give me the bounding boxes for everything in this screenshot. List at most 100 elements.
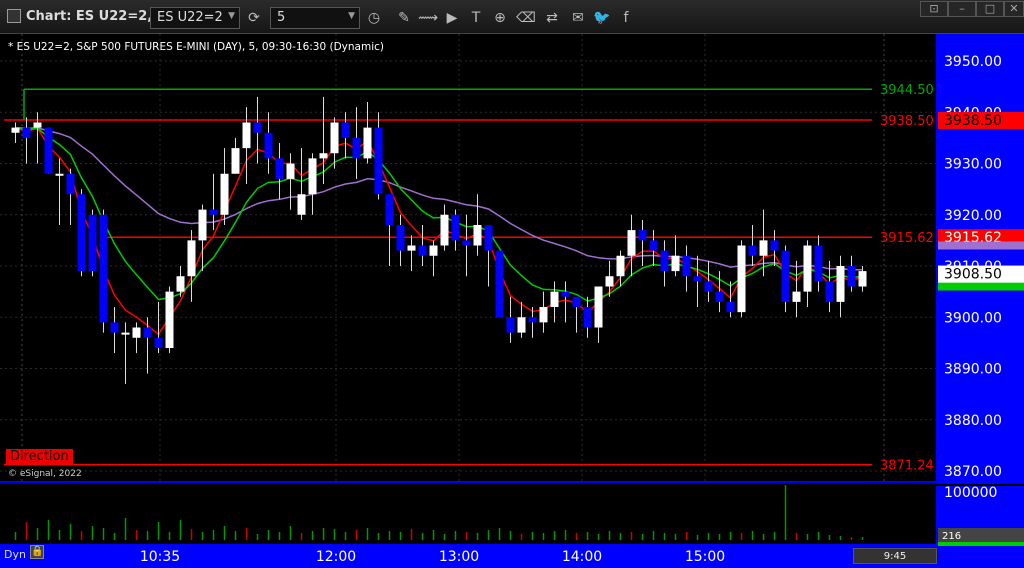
candle-body (814, 245, 823, 282)
candle-body (154, 337, 163, 348)
candle-body (330, 122, 339, 154)
twitter-icon[interactable]: 🐦 (592, 8, 612, 28)
dropdown-icon[interactable]: ▼ (348, 11, 355, 21)
chart-line-icon[interactable]: ⟿ (418, 8, 438, 28)
candle-body (737, 245, 746, 313)
candle-body (484, 225, 493, 251)
candle-body (561, 291, 570, 297)
candle-body (770, 240, 779, 251)
candle-body (660, 250, 669, 272)
candle-body (132, 327, 141, 338)
minimize-icon[interactable]: – (948, 1, 976, 17)
candle-body (264, 132, 273, 159)
candle-body (374, 127, 383, 195)
eraser-icon[interactable]: ⌫ (516, 8, 536, 28)
level-label: 3871.24 (880, 459, 934, 474)
candle-body (781, 250, 790, 302)
facebook-icon[interactable]: f (616, 8, 636, 28)
candle-body (11, 127, 20, 133)
candle-body (638, 230, 647, 241)
candle-body (220, 173, 229, 215)
candle-body (759, 240, 768, 256)
volume-current-label: 216 (942, 531, 961, 542)
candle-body (451, 214, 460, 241)
candle-body (858, 271, 867, 287)
volume-current-bar (938, 542, 1024, 546)
candle-body (341, 122, 350, 138)
candle-body (539, 307, 548, 323)
candle-body (682, 255, 691, 277)
price-tick-label: 3900.00 (944, 310, 1002, 326)
candle-body (165, 291, 174, 348)
comment-icon[interactable]: ✉ (568, 8, 588, 28)
interval-input[interactable]: 5 ▼ (270, 7, 360, 29)
close-icon[interactable]: ✕ (1004, 1, 1024, 17)
timestamp: 9:45 09/07/2022 (853, 548, 937, 568)
candle-body (110, 322, 119, 333)
candle-body (572, 296, 581, 307)
chart-background (0, 34, 1024, 568)
candle-body (77, 194, 86, 272)
candle-body (308, 158, 317, 195)
candle-body (517, 317, 526, 333)
candle-body (473, 225, 482, 246)
copyright-text: © eSignal, 2022 (8, 469, 82, 479)
dropdown-icon[interactable]: ▼ (228, 11, 235, 21)
price-tick-label: 3870.00 (944, 464, 1002, 480)
candle-body (396, 225, 405, 251)
candle-body (418, 245, 427, 256)
candle-body (286, 163, 295, 179)
interval-value: 5 (277, 10, 286, 25)
dyn-label[interactable]: Dyn (4, 548, 26, 561)
candle-body (209, 209, 218, 215)
axis-corner (936, 544, 1024, 568)
play-icon[interactable]: ▶ (442, 8, 462, 28)
candle-body (792, 291, 801, 302)
title-bar: Chart: ES U22=2, 5 ES U22=2 ▼ ⟳ 5 ▼ ◷ ✎ ⟿ … (0, 0, 1024, 34)
pencil-icon[interactable]: ✎ (394, 8, 414, 28)
symbol-value: ES U22=2 (157, 10, 223, 25)
level-label: 3915.62 (880, 231, 934, 246)
candle-body (847, 266, 856, 287)
candle-body (550, 291, 559, 307)
candle-body (748, 245, 757, 256)
candle-body (627, 230, 636, 256)
restore-icon[interactable]: ⊡ (920, 1, 948, 17)
candle-body (440, 214, 449, 246)
candle-body (231, 148, 240, 174)
time-tick-label: 10:35 (140, 549, 180, 565)
candle-body (583, 307, 592, 328)
chart-window-icon (7, 9, 21, 23)
candle-body (429, 245, 438, 256)
text-tool-icon[interactable]: T (466, 8, 486, 28)
maximize-icon[interactable]: □ (976, 1, 1004, 17)
candle-body (704, 281, 713, 292)
time-tick-label: 14:00 (562, 549, 602, 565)
lock-icon[interactable]: 🔒 (30, 545, 44, 559)
symbol-input[interactable]: ES U22=2 ▼ (150, 7, 240, 29)
share-icon[interactable]: ⇄ (542, 8, 562, 28)
candle-body (693, 276, 702, 282)
candle-body (198, 209, 207, 241)
price-tag-label: 3938.50 (944, 113, 1002, 129)
price-tick-label: 3930.00 (944, 157, 1002, 173)
ma-tag-green (938, 282, 1024, 291)
crosshair-icon[interactable]: ⊕ (490, 8, 510, 28)
candle-body (671, 255, 680, 272)
candle-body (176, 276, 185, 292)
refresh-icon[interactable]: ⟳ (244, 8, 264, 28)
candle-body (495, 250, 504, 318)
chart-area[interactable]: 3944.503938.503915.623871.24 3950.003940… (0, 34, 1024, 568)
clock-icon[interactable]: ◷ (364, 8, 384, 28)
candle-body (385, 194, 394, 225)
candle-body (649, 240, 658, 251)
candle-body (605, 276, 614, 287)
candle-body (363, 127, 372, 159)
candle-body (66, 173, 75, 195)
current-price-label: 3908.50 (944, 267, 1002, 283)
candle-body (715, 291, 724, 302)
candle-body (803, 245, 812, 292)
candle-body (726, 301, 735, 313)
volume-max-label: 100000 (944, 485, 997, 501)
chart-svg[interactable]: 3944.503938.503915.623871.24 3950.003940… (0, 34, 1024, 568)
